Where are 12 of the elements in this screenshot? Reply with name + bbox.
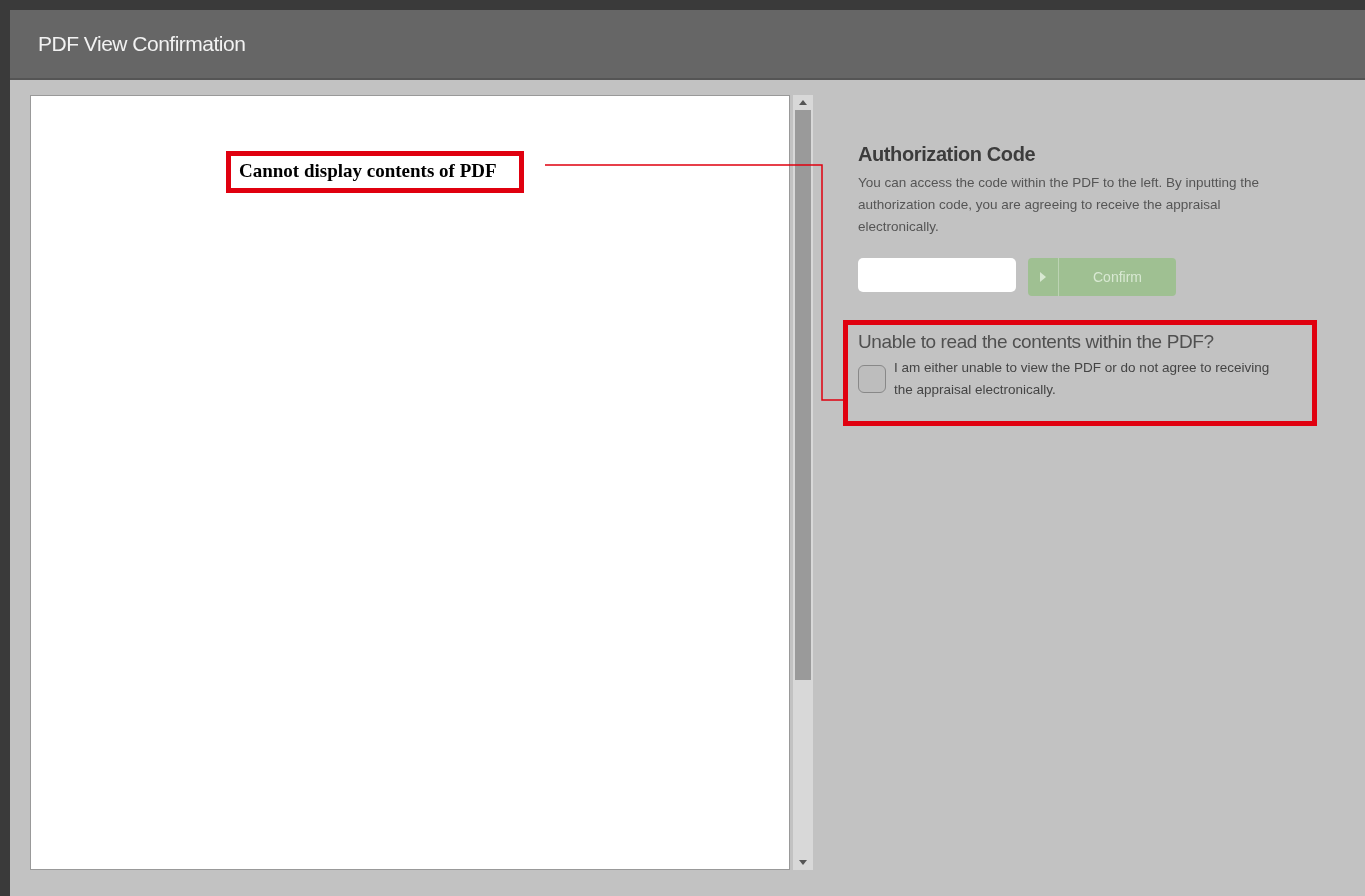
play-icon bbox=[1039, 272, 1047, 282]
question-heading: Unable to read the contents within the PDF? bbox=[858, 331, 1215, 353]
scroll-down-icon[interactable] bbox=[799, 860, 807, 865]
scrollbar[interactable] bbox=[793, 95, 813, 870]
checkbox-label: I am either unable to view the PDF or do not agree to receiving the appraisal electronically. bbox=[894, 359, 1271, 399]
window-title: PDF View Confirmation bbox=[38, 32, 246, 56]
error-message: Cannot display contents of PDF bbox=[226, 151, 524, 193]
description-text: You can access the code within the PDF to the left. By inputting the authorization code, you are agreeing to receive the appraisal electronically. bbox=[858, 174, 1260, 236]
section-heading: Authorization Code bbox=[858, 143, 1037, 166]
code-field[interactable] bbox=[858, 258, 1016, 292]
checkbox[interactable] bbox=[858, 365, 886, 393]
scroll-up-icon[interactable] bbox=[799, 100, 807, 105]
